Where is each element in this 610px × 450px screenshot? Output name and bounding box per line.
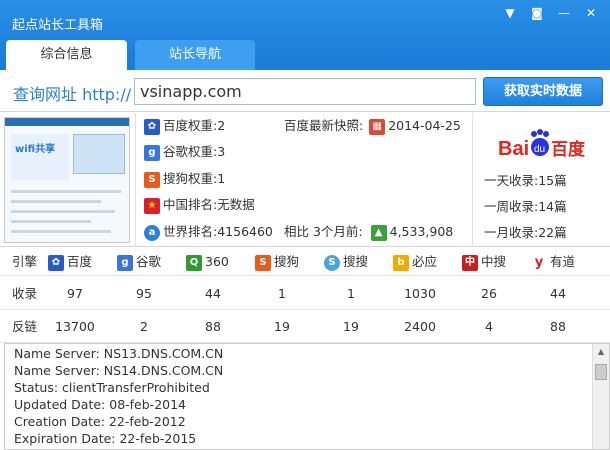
sogou-weight-row: S 搜狗权重:1	[144, 168, 225, 190]
world-rank: 世界排名:4156460	[163, 224, 273, 239]
alexa-icon: a	[144, 224, 160, 241]
backlinks-bing: 2400	[404, 319, 436, 334]
site-thumbnail: wifi共享	[4, 117, 130, 243]
indexed-soso: 1	[347, 286, 355, 301]
baidu-index-column: Bai du 百度 一天收录:15篇 一周收录:14篇 一月收录:22篇	[474, 113, 610, 247]
whois-line: Creation Date: 22-feb-2012	[14, 414, 186, 429]
backlinks-zhongsou: 4	[485, 319, 493, 334]
engine-soso[interactable]: S 搜搜	[324, 253, 368, 271]
baidu-index-day: 一天收录:15篇	[484, 173, 567, 188]
close-icon[interactable]: ✕	[580, 4, 602, 22]
china-rank-row: ★ 中国排名:无数据	[144, 194, 255, 216]
tab-webmaster-nav[interactable]: 站长导航	[135, 40, 255, 70]
baidu-snapshot-label: 百度最新快照:	[284, 118, 364, 133]
whois-textarea[interactable]: Name Server: NS13.DNS.COM.CN Name Server…	[4, 343, 610, 450]
engine-bing[interactable]: b 必应	[393, 253, 437, 271]
baidu-paw-icon: ✿	[48, 254, 64, 271]
up-arrow-icon: ▲	[370, 224, 387, 241]
scroll-thumb[interactable]	[595, 364, 607, 380]
tab-overview[interactable]: 综合信息	[6, 40, 127, 70]
google-icon: g	[117, 254, 133, 271]
google-weight-row: g 谷歌权重:3	[144, 141, 225, 163]
baidu-snapshot-date: 2014-04-25	[388, 118, 461, 133]
app-title: 起点站长工具箱	[12, 18, 104, 33]
search-360-icon: Q	[186, 254, 202, 271]
row-label: 反链	[12, 319, 38, 334]
compare-value: 4,533,908	[389, 224, 454, 239]
engine-zhongsou[interactable]: 中中搜	[462, 253, 506, 271]
engine-header-row: 引擎 ✿ 百度 g 谷歌 Q 360 S 搜狗 S 搜搜 b 必应 中中搜 y 有道	[0, 248, 610, 276]
compare-label: 相比 3个月前:	[284, 224, 363, 239]
engine-360[interactable]: Q 360	[186, 253, 229, 271]
baidu-logo-cn: 百度	[551, 139, 586, 160]
query-bar: 查询网址 http:// 获取实时数据	[0, 70, 610, 112]
metrics-column: ✿ 百度权重:2 百度最新快照: ▦ 2014-04-25 g 谷歌权重:3 S 搜狗权…	[135, 113, 473, 247]
engine-baidu[interactable]: ✿ 百度	[48, 253, 92, 271]
pin-icon[interactable]: ▼	[499, 4, 521, 22]
zhongsou-icon: 中	[462, 254, 478, 271]
google-icon: g	[144, 144, 160, 161]
baidu-logo-du: du	[534, 144, 545, 155]
backlinks-youdao: 88	[550, 319, 566, 334]
minimize-icon[interactable]: —	[553, 4, 575, 22]
engine-header-label: 引擎	[12, 254, 38, 269]
engine-sogou[interactable]: S 搜狗	[255, 253, 299, 271]
indexed-youdao: 44	[550, 286, 566, 301]
scroll-up-icon[interactable]: ▲	[593, 344, 609, 360]
backlinks-baidu: 13700	[55, 319, 95, 334]
baidu-weight-row: ✿ 百度权重:2	[144, 115, 225, 137]
compare-row: 相比 3个月前: ▲ 4,533,908	[284, 221, 453, 243]
sogou-icon: S	[255, 254, 271, 271]
baidu-index-month: 一月收录:22篇	[484, 225, 567, 240]
bing-icon: b	[393, 254, 409, 271]
calendar-icon: ▦	[369, 118, 386, 135]
engine-youdao[interactable]: y 有道	[531, 253, 575, 271]
google-weight: 谷歌权重:3	[163, 144, 226, 159]
baidu-index-week: 一周收录:14篇	[484, 199, 567, 214]
sogou-weight: 搜狗权重:1	[163, 171, 226, 186]
sogou-icon: S	[144, 171, 160, 188]
backlinks-360: 88	[205, 319, 221, 334]
soso-icon: S	[324, 254, 340, 271]
fetch-realtime-button[interactable]: 获取实时数据	[483, 77, 603, 106]
whois-line: Name Server: NS13.DNS.COM.CN	[14, 346, 224, 361]
menu-icon[interactable]: ◙	[526, 4, 548, 22]
baidu-logo-bai: Bai	[498, 138, 529, 160]
title-bar: 起点站长工具箱 ▼ ◙ — ✕ 综合信息 站长导航	[0, 0, 610, 70]
indexed-row: 收录 97 95 44 1 1 1030 26 44	[0, 277, 610, 310]
whois-line: Updated Date: 08-feb-2014	[14, 397, 187, 412]
indexed-sogou: 1	[278, 286, 286, 301]
youdao-icon: y	[531, 254, 547, 271]
china-flag-icon: ★	[144, 197, 160, 214]
baidu-weight: 百度权重:2	[163, 118, 226, 133]
indexed-google: 95	[136, 286, 152, 301]
whois-line: Name Server: NS14.DNS.COM.CN	[14, 363, 224, 378]
china-rank: 中国排名:无数据	[163, 197, 255, 212]
indexed-bing: 1030	[404, 286, 436, 301]
indexed-360: 44	[205, 286, 221, 301]
backlinks-sogou: 19	[274, 319, 290, 334]
backlinks-google: 2	[140, 319, 148, 334]
whois-line: Status: clientTransferProhibited	[14, 380, 210, 395]
indexed-zhongsou: 26	[481, 286, 497, 301]
row-label: 收录	[12, 286, 38, 301]
world-rank-row: a 世界排名:4156460	[144, 221, 273, 243]
engine-google[interactable]: g 谷歌	[117, 253, 161, 271]
baidu-snapshot-row: 百度最新快照: ▦ 2014-04-25	[284, 115, 461, 137]
backlinks-soso: 19	[343, 319, 359, 334]
backlinks-row: 反链 13700 2 88 19 19 2400 4 88	[0, 310, 610, 343]
whois-line: Expiration Date: 22-feb-2015	[14, 431, 197, 446]
query-label: 查询网址 http://	[13, 85, 132, 104]
url-input[interactable]	[134, 78, 476, 105]
baidu-paw-icon: ✿	[144, 118, 160, 135]
indexed-baidu: 97	[67, 286, 83, 301]
baidu-logo: Bai du 百度	[498, 129, 586, 160]
whois-scrollbar[interactable]: ▲	[592, 344, 609, 449]
info-panel: wifi共享 ✿ 百度权重:2 百度最新快照: ▦ 2014-04-25 g 谷歌权重…	[0, 113, 610, 247]
